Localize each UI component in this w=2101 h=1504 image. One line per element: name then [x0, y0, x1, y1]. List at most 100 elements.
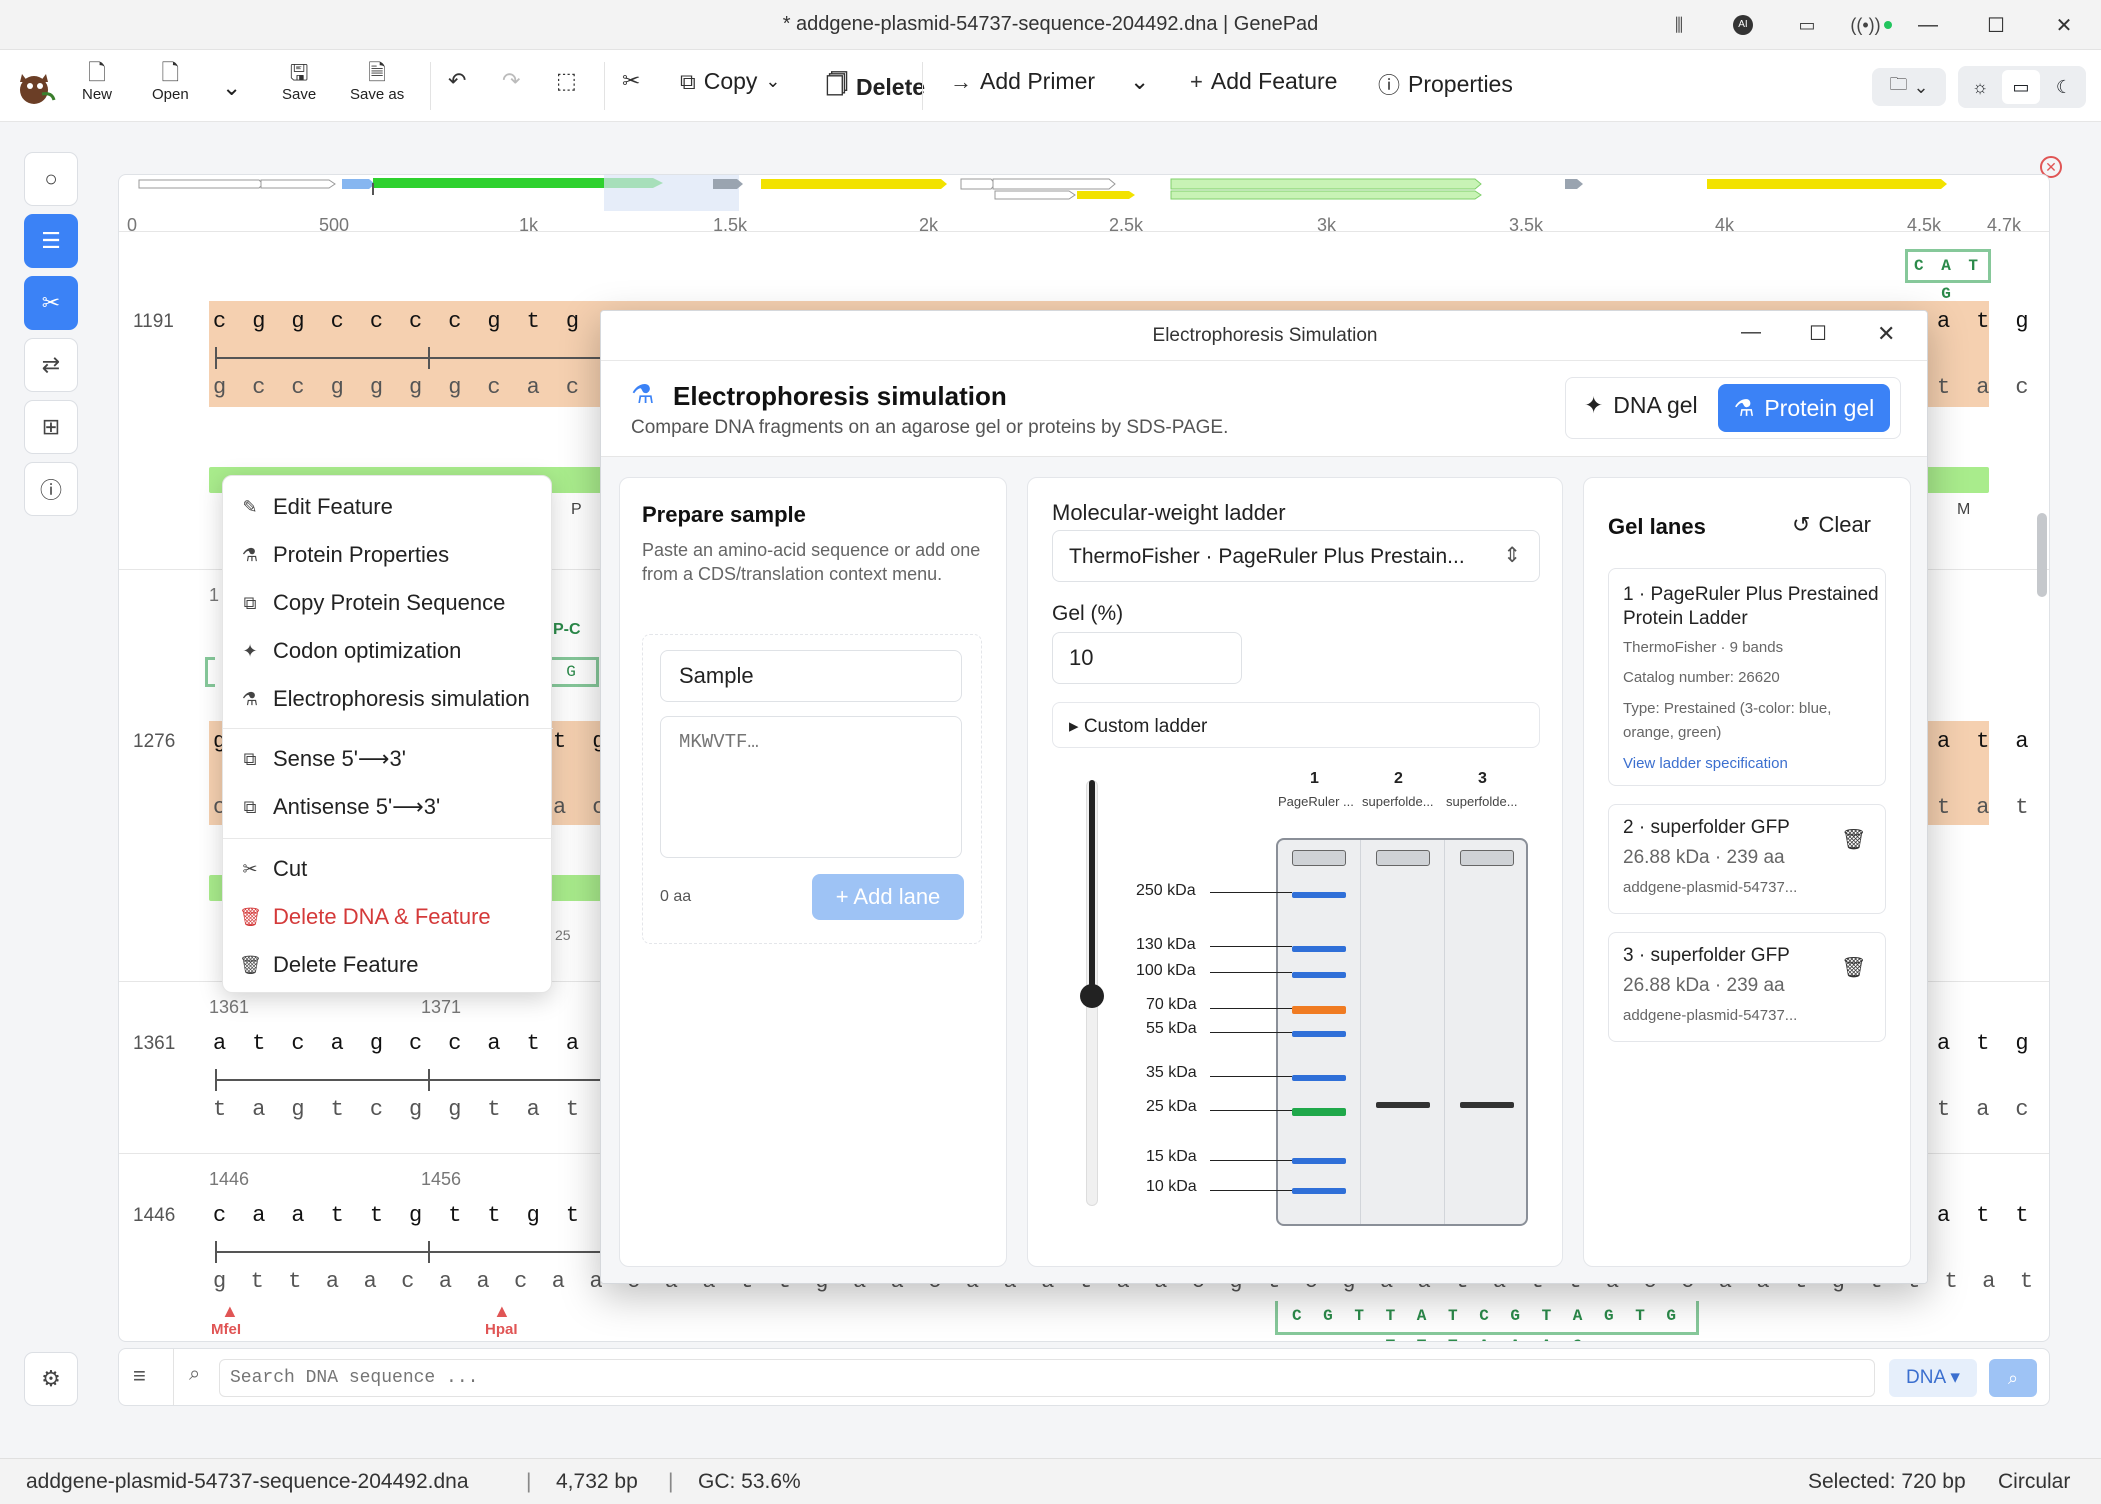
gel-percent-input[interactable] [1052, 632, 1242, 684]
inbox-icon[interactable]: ▭ [1792, 10, 1822, 40]
clear-lanes-button[interactable]: ↺ Clear [1792, 512, 1871, 538]
system-theme-icon[interactable]: ▭ [2002, 70, 2040, 104]
menu-item-electrophoresis[interactable]: ⚗ Electrophoresis simulation [239, 686, 530, 712]
menu-item-codon-optimization[interactable]: ✦ Codon optimization [239, 638, 461, 664]
search-input[interactable] [219, 1359, 1875, 1397]
properties-button[interactable]: ⓘ Properties [1378, 68, 1513, 100]
search-submit-button[interactable]: ⌕ [1989, 1359, 2037, 1397]
forward-strand[interactable]: a t g [1937, 1031, 2035, 1056]
dialog-close-button[interactable]: ✕ [1877, 321, 1895, 347]
enzymes-button[interactable]: ✂ [24, 276, 78, 330]
enzyme-marker-icon: ▲ [493, 1301, 511, 1321]
menu-item-edit-feature[interactable]: ✎ Edit Feature [239, 494, 392, 520]
contrast-slider-handle[interactable] [1080, 984, 1104, 1008]
dark-theme-icon[interactable]: ☾ [2046, 70, 2082, 104]
save-button[interactable]: 🖫 Save [282, 60, 316, 103]
undo-button[interactable]: ↶ [448, 68, 466, 94]
forward-strand[interactable]: a t a [1937, 729, 2035, 754]
forward-strand[interactable]: a t t [1937, 1203, 2035, 1228]
redo-button[interactable]: ↷ [502, 68, 520, 94]
ladder-spec-link[interactable]: View ladder specification [1623, 755, 1788, 772]
menu-item-protein-properties[interactable]: ⚗ Protein Properties [239, 542, 449, 568]
dialog-minimize-button[interactable]: — [1741, 321, 1761, 344]
reverse-strand[interactable]: t a c [1937, 1097, 2035, 1122]
enzyme-label[interactable]: MfeI [211, 1321, 241, 1338]
sequence-view-button[interactable]: ☰ [24, 214, 78, 268]
add-lane-button[interactable]: + Add lane [812, 874, 964, 920]
close-button[interactable]: ✕ [2044, 8, 2084, 42]
forward-strand[interactable]: a t g [1937, 309, 2035, 334]
custom-ladder-toggle[interactable]: ▸ Custom ladder [1052, 702, 1540, 748]
light-theme-icon[interactable]: ☼ [1962, 70, 1998, 104]
marker-label: 25 kDa [1146, 1098, 1197, 1115]
chevron-down-icon: ⌄ [1913, 76, 1929, 97]
plus-icon: + [1190, 68, 1203, 94]
linear-map[interactable] [129, 175, 2039, 233]
cut-button[interactable]: ✂ [622, 68, 640, 94]
editor-scrollbar[interactable] [2037, 513, 2047, 597]
sample-name-input[interactable] [660, 650, 962, 702]
primer-box[interactable]: C G T T A T C G T A G T G T T T A A A G [1275, 1301, 1699, 1341]
wrap-icon[interactable]: ≡ [133, 1363, 146, 1389]
open-dropdown-chevron-icon[interactable]: ⌄ [222, 74, 241, 101]
trash-icon[interactable]: 🗑 [1841, 827, 1866, 852]
maximize-button[interactable]: ☐ [1976, 8, 2016, 42]
delete-icon: 🗍 [826, 72, 848, 97]
library-icon[interactable]: ⫼ [1664, 10, 1694, 40]
alignment-button[interactable]: ⇄ [24, 338, 78, 392]
new-button[interactable]: 🗋 New [82, 60, 112, 103]
menu-item-delete-feature[interactable]: 🗑 Delete Feature [239, 952, 419, 978]
circular-view-button[interactable]: ○ [24, 152, 78, 206]
enzyme-label[interactable]: HpaI [485, 1321, 518, 1338]
ladder-select[interactable]: ThermoFisher · PageRuler Plus Prestain..… [1052, 530, 1540, 582]
lane-card-sample[interactable]: 3 · superfolder GFP 26.88 kDa · 239 aa a… [1608, 932, 1886, 1042]
flask-icon: ⚗ [631, 379, 655, 409]
save-as-button[interactable]: 🗎 Save as [350, 60, 404, 103]
reverse-strand[interactable]: t a t [1937, 795, 2035, 820]
sequence-textarea[interactable] [660, 716, 962, 858]
primer-dropdown-chevron-icon[interactable]: ⌄ [1130, 68, 1149, 95]
dialog-maximize-button[interactable]: ☐ [1809, 321, 1827, 346]
trash-icon[interactable]: 🗑 [1841, 955, 1866, 980]
add-feature-button[interactable]: + Add Feature [1190, 68, 1337, 95]
menu-item-delete-dna-feature[interactable]: 🗑 Delete DNA & Feature [239, 904, 491, 930]
copy-icon: ⧉ [243, 796, 257, 817]
lane-name: PageRuler ... [1278, 794, 1354, 809]
gel-percent-label: Gel (%) [1052, 602, 1124, 625]
menu-item-antisense[interactable]: ⧉ Antisense 5'⟶3' [239, 794, 441, 820]
settings-button[interactable]: ⚙ [24, 1352, 78, 1406]
gel-type-tabs: ✦ DNA gel ⚗ Protein gel [1565, 377, 1901, 439]
ai-icon[interactable]: AI [1728, 10, 1758, 40]
delete-button[interactable]: 🗍 Delete [826, 68, 925, 106]
broadcast-icon[interactable]: ((•)) [1846, 10, 1896, 40]
select-all-button[interactable]: ⬚ [556, 68, 577, 94]
lane-card-ladder[interactable]: 1 · PageRuler Plus Prestained Protein La… [1608, 568, 1886, 786]
info-button[interactable]: ⓘ [24, 462, 78, 516]
features-button[interactable]: ⊞ [24, 400, 78, 454]
prepare-description: Paste an amino-acid sequence or add one … [642, 540, 981, 584]
marker-label: 35 kDa [1146, 1064, 1197, 1081]
copy-icon: ⧉ [243, 748, 257, 769]
map-tick: 1k [519, 215, 539, 235]
prepare-sample-card: Prepare sample Paste an amino-acid seque… [619, 477, 1007, 1267]
lane-card-sample[interactable]: 2 · superfolder GFP 26.88 kDa · 239 aa a… [1608, 804, 1886, 914]
tab-dna-gel[interactable]: ✦ DNA gel [1584, 392, 1698, 419]
add-primer-button[interactable]: → Add Primer [950, 68, 1095, 95]
menu-item-copy-protein[interactable]: ⧉ Copy Protein Sequence [239, 590, 506, 616]
edit-icon: ✎ [242, 496, 258, 517]
tab-protein-gel[interactable]: ⚗ Protein gel [1718, 384, 1890, 432]
menu-item-sense[interactable]: ⧉ Sense 5'⟶3' [239, 746, 406, 772]
gear-icon: ⚙ [41, 1366, 61, 1391]
open-button[interactable]: 🗋 Open [152, 60, 189, 103]
search-mode-select[interactable]: DNA ▾ [1889, 1359, 1977, 1397]
copy-button[interactable]: ⧉ Copy ⌄ [680, 68, 781, 95]
arrow-right-icon: → [950, 68, 972, 94]
minimize-button[interactable]: — [1908, 8, 1948, 42]
map-tick: 4.7k [1987, 215, 2022, 235]
folder-dropdown[interactable]: 🗀 ⌄ [1872, 68, 1946, 106]
menu-item-cut[interactable]: ✂ Cut [239, 856, 307, 882]
swap-icon: ⇄ [41, 352, 61, 377]
row-number: 1361 [133, 1033, 176, 1054]
gel-well [1460, 850, 1514, 866]
reverse-strand[interactable]: t a c [1937, 375, 2035, 400]
